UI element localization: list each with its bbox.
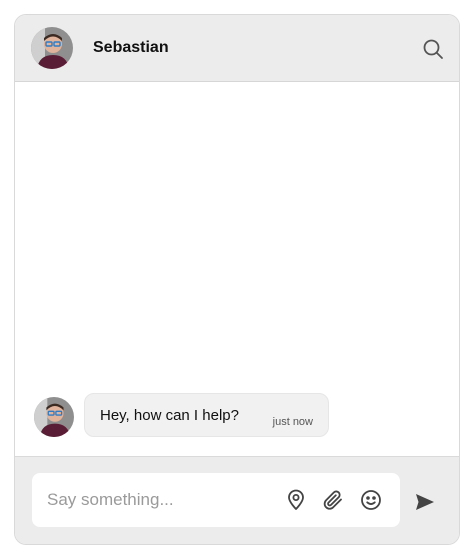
message-row: Hey, how can I help? just now [34,393,329,437]
chat-header: Sebastian [15,15,459,82]
message-bubble: Hey, how can I help? just now [84,393,329,437]
send-icon[interactable] [413,490,437,514]
contact-avatar[interactable] [31,27,73,69]
location-pin-icon[interactable] [284,488,308,512]
paperclip-icon[interactable] [321,488,345,512]
chat-window: Sebastian Hey, how can I help? just now … [14,14,460,545]
contact-name: Sebastian [93,39,169,56]
search-icon[interactable] [421,37,445,61]
message-timestamp: just now [272,416,313,428]
composer-input-box [32,473,400,527]
message-text: Hey, how can I help? [100,406,239,424]
sender-avatar [34,397,74,437]
smiley-icon[interactable] [359,488,383,512]
message-input[interactable] [47,485,267,515]
message-list[interactable]: Hey, how can I help? just now [15,82,459,456]
composer-bar [15,456,459,544]
